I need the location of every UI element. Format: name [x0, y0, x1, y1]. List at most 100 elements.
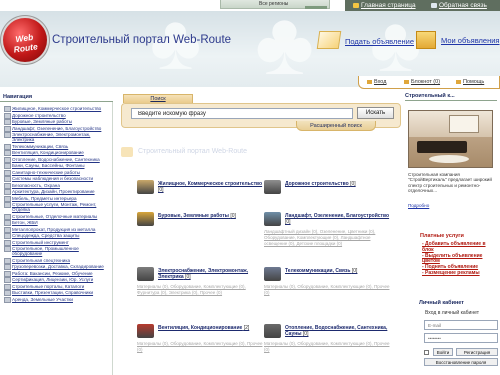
cabinet-subtitle: Вход в личный кабинет	[425, 310, 479, 316]
sidebar-category-item[interactable]: Архитектура, Дизайн, Проектирование	[3, 189, 110, 195]
sidebar-category-item[interactable]: Аренда, Земельные Участки	[3, 296, 110, 303]
logo-text: Web Route	[13, 31, 39, 55]
sidebar-category-item[interactable]: Отопление, Водоснабжение, Сантехника	[3, 156, 110, 163]
sidebar-category-item[interactable]: Строительный инструмент	[3, 239, 110, 246]
search-button[interactable]: Искать	[357, 107, 394, 119]
sidebar-category-item[interactable]: Мебель, Предметы интерьера	[3, 195, 110, 202]
main-category-title[interactable]: Дорожное строительство [0]	[285, 181, 390, 187]
sidebar-category-item[interactable]: Строительные порталы, Каталоги	[3, 283, 110, 290]
sidebar-category-item[interactable]: Выставки, Презентации, Справочники	[3, 290, 110, 296]
login-link[interactable]: Вход	[367, 79, 386, 85]
sidebar-category-item[interactable]: Работа: Вакансии, Резюме, Обучение	[3, 270, 110, 277]
sidebar-category-item[interactable]: Жилищное, Коммерческое строительство	[3, 106, 110, 112]
paid-item-add-block[interactable]: - Добавить объявление в блок	[422, 241, 498, 254]
main-category-subcategories[interactable]: Ландшафтный дизайн (0), Озеленение, Цвет…	[264, 229, 390, 247]
sidebar-category-item[interactable]: Телекоммуникации, Связь	[3, 143, 110, 150]
main-category-count: [0]	[302, 331, 309, 337]
road-roller-icon[interactable]	[264, 180, 281, 194]
sidebar-category-item[interactable]: Спецодежда, Средства защиты	[3, 233, 110, 239]
notepad-icon	[404, 79, 409, 84]
category-list: Жилищное, Коммерческое строительство Доро…	[3, 106, 110, 303]
sidebar-category-item[interactable]: Санитарно-технические работы	[3, 169, 110, 176]
help-link[interactable]: Помощь	[456, 79, 484, 85]
advanced-search-tab[interactable]: Расширенный поиск	[296, 121, 376, 131]
sidebar-category-item[interactable]: Вентиляция, Кондиционирование	[3, 150, 110, 156]
paid-item-ads[interactable]: - Размещение рекламы	[422, 270, 498, 277]
landscape-icon[interactable]	[264, 212, 281, 226]
search-tab[interactable]: Поиск	[123, 94, 193, 103]
key-icon	[367, 79, 372, 84]
sidebar-category-item[interactable]: Бетон, ЖБИ	[3, 220, 110, 226]
email-field[interactable]	[424, 320, 498, 330]
main-category-subcategories[interactable]: Материалы (0), Оборудование, Комплектующ…	[137, 284, 263, 296]
login-button[interactable]: Войти	[433, 348, 453, 356]
feedback-link[interactable]: Обратная связь	[431, 2, 487, 9]
news-photo[interactable]	[408, 110, 493, 168]
main-category-label: Вентиляция, Кондиционирование	[158, 325, 243, 331]
palm-decoration: ♣	[150, 11, 202, 86]
ventilation-icon[interactable]	[137, 324, 154, 338]
main-content: Поиск Искать Расширенный поиск Строитель…	[116, 92, 402, 375]
building-icon[interactable]	[137, 180, 154, 194]
main-category-title[interactable]: Электроснабжение, Электромонтаж, Электри…	[158, 268, 263, 280]
site-logo[interactable]: Web Route	[3, 18, 47, 62]
antenna-icon[interactable]	[264, 267, 281, 281]
region-label: Все регионы	[259, 1, 289, 7]
home-link[interactable]: Главная страница	[353, 2, 416, 9]
main-category-label: Буровые, Земляные работы	[158, 213, 229, 219]
sidebar-category-item[interactable]: Металлопрокат, Продукция из металла	[3, 226, 110, 233]
login-form: Войти Регистрация Восстановление пароля	[424, 320, 498, 368]
feedback-link-label: Обратная связь	[439, 2, 487, 9]
restore-password-button[interactable]: Восстановление пароля	[424, 358, 498, 366]
site-title: Строительный портал Web-Route	[52, 34, 232, 46]
sidebar-category-item[interactable]: Строительные, Отделочные материалы	[3, 213, 110, 220]
folder-icon	[416, 31, 436, 49]
main-category-title[interactable]: Ландшафт, Озеленение, Благоустройство [0…	[285, 213, 390, 225]
sidebar-category-item[interactable]: Ландшафт, Озеленение, Благоустройство	[3, 125, 110, 132]
news-text: Строительная компания "СтройВертикаль" п…	[408, 172, 492, 194]
sidebar-category-item[interactable]: Дорожное строительство	[3, 112, 110, 119]
add-listing-label: Подать объявление	[345, 37, 415, 46]
main-category-subcategories[interactable]: Материалы (0), Оборудование, Комплектующ…	[264, 284, 390, 296]
notepad-link[interactable]: Блокнот (0)	[404, 79, 440, 85]
photo-sofa	[417, 141, 467, 153]
sidebar-category-item[interactable]: Системы наблюдения и безопасности	[3, 176, 110, 182]
document-icon	[316, 31, 342, 49]
my-listings-button[interactable]: Мои объявления	[414, 30, 500, 52]
sidebar-category-item[interactable]: Строительное, Промышленное оборудование	[3, 246, 110, 256]
remember-checkbox[interactable]	[424, 350, 429, 355]
home-link-label: Главная страница	[361, 2, 416, 9]
sidebar-category-item[interactable]: Электроснабжение, Электромонтаж, Электри…	[3, 132, 110, 142]
notepad-label: Блокнот (0)	[411, 79, 441, 85]
sidebar-title: Навигация	[0, 92, 113, 102]
add-listing-button[interactable]: Подать объявление	[316, 31, 416, 51]
main-category-subcategories[interactable]: Материалы (0), Оборудование, Комплектующ…	[264, 341, 390, 353]
sidebar-category-item[interactable]: Безопасность, Охрана	[3, 182, 110, 189]
news-more-link[interactable]: Подробно	[408, 203, 429, 208]
portal-logo-icon	[121, 147, 133, 157]
plumbing-icon[interactable]	[264, 324, 281, 338]
main-category-title[interactable]: Жилищное, Коммерческое строительство [0]	[158, 181, 263, 193]
main-category-title[interactable]: Телекоммуникации, Связь [0]	[285, 268, 390, 274]
home-icon	[353, 2, 359, 8]
password-field[interactable]	[424, 333, 498, 343]
sidebar-category-item[interactable]: Строительные услуги, Монтаж, Ремонт, Отд…	[3, 202, 110, 212]
main-category-title[interactable]: Буровые, Земляные работы [0]	[158, 213, 263, 219]
electric-icon[interactable]	[137, 267, 154, 281]
main-category-subcategories[interactable]: Материалы (0), Оборудование, Комплектующ…	[137, 341, 263, 353]
sidebar-category-item[interactable]: Бани, Сауны, Бассейны, Фонтаны	[3, 163, 110, 169]
sidebar-category-item[interactable]: Сертификация, Лицензии, Юр. Услуги	[3, 277, 110, 283]
help-label: Помощь	[463, 79, 485, 85]
main-category-count: [0]	[351, 268, 358, 274]
excavator-icon[interactable]	[137, 212, 154, 226]
sidebar-category-item[interactable]: Буровые, Земляные работы	[3, 119, 110, 125]
region-selector[interactable]: Все регионы	[220, 0, 330, 9]
main-category-title[interactable]: Отопление, Водоснабжение, Сантехника, Са…	[285, 325, 390, 337]
sidebar-category-item[interactable]: Строительная спецтехника	[3, 257, 110, 264]
sidebar-category-item[interactable]: Грузоперевозки, Доставка, Складирование	[3, 264, 110, 270]
main-category-count: [0]	[350, 181, 356, 187]
paid-services-title: Платные услуги	[420, 233, 464, 239]
search-input[interactable]	[131, 108, 353, 119]
main-category-title[interactable]: Вентиляция, Кондиционирование [2]	[158, 325, 263, 331]
register-button[interactable]: Регистрация	[456, 348, 498, 356]
